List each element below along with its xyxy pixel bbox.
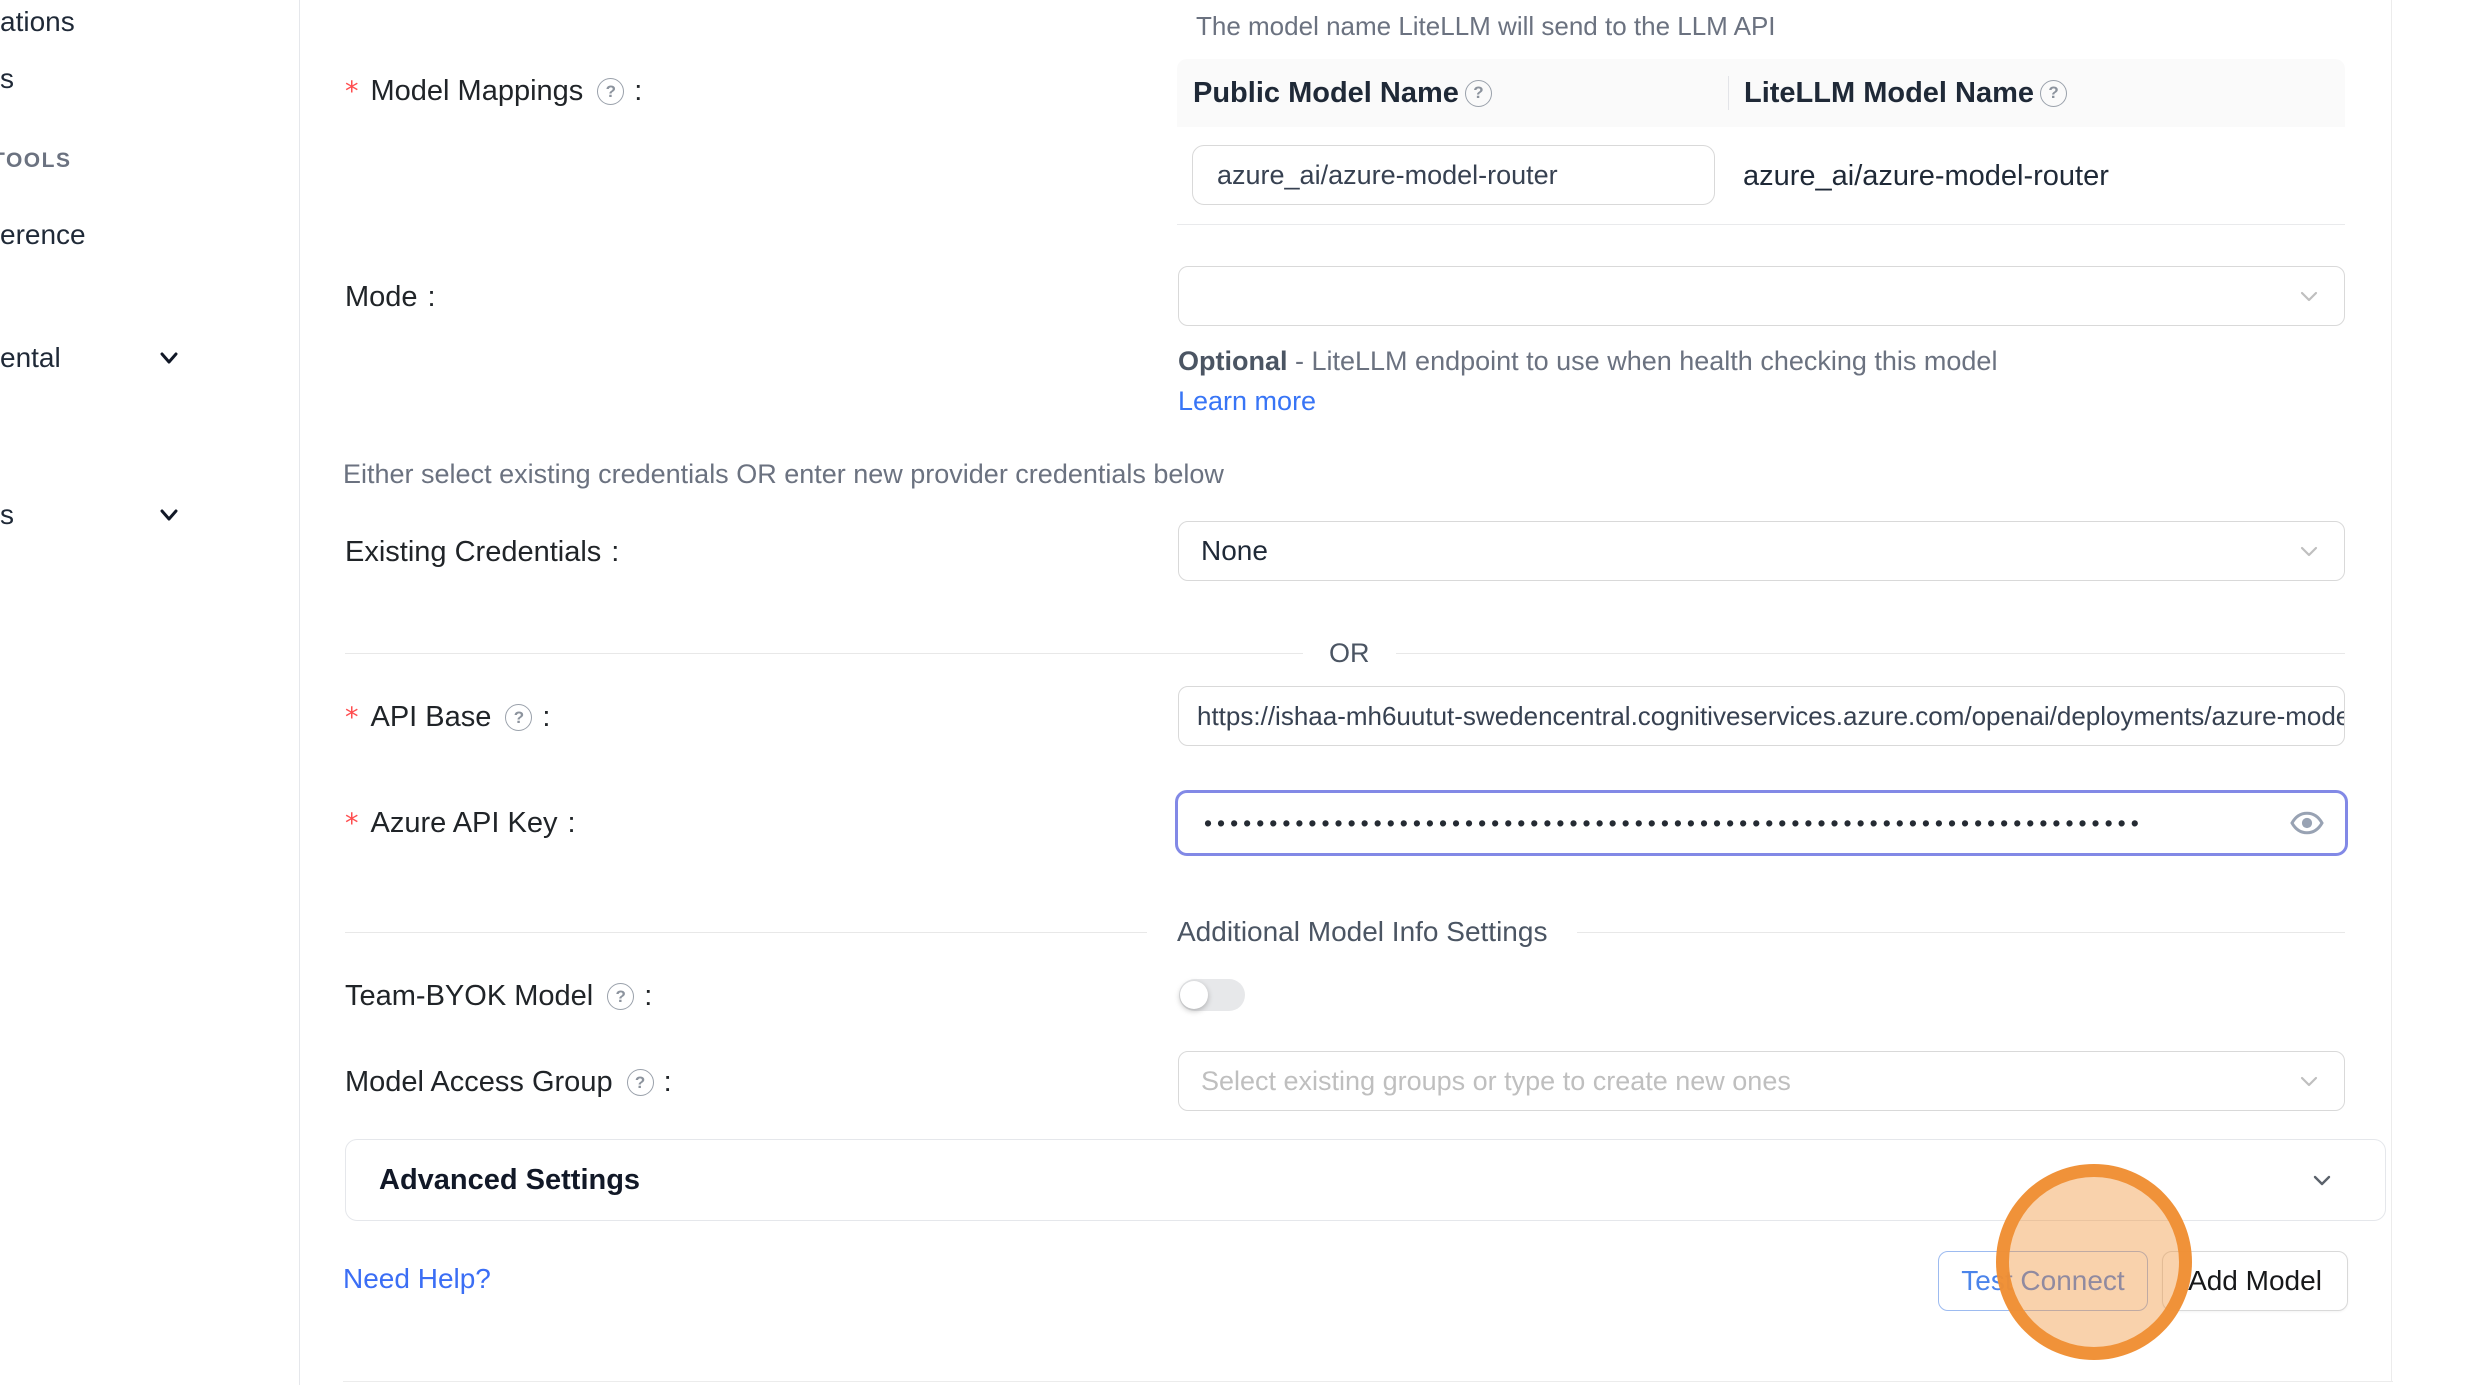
help-circle-icon[interactable]: ? [505,704,532,731]
column-header-litellm-model-name: LiteLLM Model Name ? [1744,77,2067,110]
column-separator [1728,76,1729,110]
mode-label: Mode : [345,281,436,314]
label-colon: : [542,701,550,734]
eye-icon[interactable] [2289,805,2325,841]
sidebar-item-label: ental [0,342,61,374]
sidebar-section-label: TOOLS [0,149,71,173]
chevron-down-icon [2296,283,2322,309]
model-access-group-select[interactable]: Select existing groups or type to create… [1178,1051,2345,1111]
model-name-hint: The model name LiteLLM will send to the … [1196,11,1776,42]
input-value: azure_ai/azure-model-router [1217,160,1558,191]
sidebar: ations s TOOLS erence ental s [0,0,300,1385]
chevron-down-icon [2296,538,2322,564]
or-divider-text: OR [1303,638,1396,669]
masked-password-value: ••••••••••••••••••••••••••••••••••••••••… [1204,790,2289,856]
sidebar-item-label: erence [0,219,86,251]
hint-text: - LiteLLM endpoint to use when health ch… [1288,346,1998,376]
divider-line [345,653,1303,654]
test-connect-button[interactable]: Test Connect [1938,1251,2148,1311]
label-text: Mode [345,281,418,314]
mode-hint: Optional - LiteLLM endpoint to use when … [1178,341,2038,421]
mode-select[interactable] [1178,266,2345,326]
add-model-page: ations s TOOLS erence ental s The model … [0,0,2477,1385]
label-colon: : [428,281,436,314]
azure-api-key-input[interactable]: ••••••••••••••••••••••••••••••••••••••••… [1175,790,2348,856]
required-asterisk: * [345,702,359,733]
need-help-link[interactable]: Need Help? [343,1263,491,1295]
team-byok-label: Team-BYOK Model ? : [345,980,652,1013]
api-base-label: * API Base ? : [345,701,550,734]
label-text: Team-BYOK Model [345,980,593,1013]
chevron-down-icon [2296,1068,2322,1094]
advanced-settings-title: Advanced Settings [379,1164,640,1197]
required-asterisk: * [345,76,359,107]
advanced-settings-panel[interactable]: Advanced Settings [345,1139,2386,1221]
model-access-group-label: Model Access Group ? : [345,1066,672,1099]
hint-bold: Optional [1178,346,1288,376]
label-colon: : [644,980,652,1013]
panel-right-border [2391,0,2392,1381]
litellm-model-name-value: azure_ai/azure-model-router [1743,127,2109,225]
help-circle-icon[interactable]: ? [607,983,634,1010]
select-value: None [1201,535,1268,567]
label-text: Azure API Key [371,807,558,840]
sidebar-item-label: s [0,499,14,531]
column-header-public-model-name: Public Model Name ? [1193,77,1492,110]
label-colon: : [634,75,642,108]
toggle-knob [1180,981,1208,1009]
azure-api-key-label: * Azure API Key : [345,807,576,840]
column-label: Public Model Name [1193,77,1459,110]
learn-more-link[interactable]: Learn more [1178,386,1316,416]
label-text: Existing Credentials [345,536,601,569]
help-circle-icon[interactable]: ? [627,1069,654,1096]
required-asterisk: * [345,808,359,839]
sidebar-item-settings[interactable]: s [0,495,300,535]
panel-bottom-border [343,1381,2393,1382]
chevron-down-icon [155,344,183,372]
label-colon: : [664,1066,672,1099]
info-settings-divider-text: Additional Model Info Settings [1147,916,1577,948]
sidebar-item-experimental[interactable]: ental [0,338,300,378]
add-model-button[interactable]: Add Model [2162,1251,2348,1311]
existing-credentials-label: Existing Credentials : [345,536,619,569]
team-byok-toggle[interactable] [1179,979,1245,1011]
existing-credentials-select[interactable]: None [1178,521,2345,581]
api-base-input[interactable]: https://ishaa-mh6uutut-swedencentral.cog… [1178,686,2345,746]
label-text: API Base [371,701,492,734]
chevron-down-icon [155,501,183,529]
select-placeholder: Select existing groups or type to create… [1201,1066,1791,1097]
chevron-down-icon [2307,1165,2337,1195]
divider-line [1577,932,2345,933]
info-settings-divider: Additional Model Info Settings [345,916,2345,948]
help-circle-icon[interactable]: ? [597,78,624,105]
public-model-name-input[interactable]: azure_ai/azure-model-router [1192,145,1715,205]
label-colon: : [568,807,576,840]
model-mappings-label: * Model Mappings ? : [345,75,642,108]
divider-line [1396,653,2346,654]
sidebar-item-organizations[interactable]: ations [0,2,300,42]
table-header-row: Public Model Name ? LiteLLM Model Name ? [1177,59,2345,127]
credentials-hint: Either select existing credentials OR en… [343,459,1224,490]
help-circle-icon[interactable]: ? [2040,80,2067,107]
sidebar-item-models[interactable]: s [0,59,300,99]
model-mappings-table: Public Model Name ? LiteLLM Model Name ?… [1177,59,2345,225]
label-colon: : [611,536,619,569]
table-row: azure_ai/azure-model-router azure_ai/azu… [1177,127,2345,225]
input-value: https://ishaa-mh6uutut-swedencentral.cog… [1197,701,2345,732]
help-circle-icon[interactable]: ? [1465,80,1492,107]
label-text: Model Access Group [345,1066,613,1099]
divider-line [345,932,1147,933]
label-text: Model Mappings [371,75,584,108]
column-label: LiteLLM Model Name [1744,77,2034,110]
sidebar-item-label: ations [0,6,75,38]
sidebar-item-label: s [0,63,14,95]
or-divider: OR [345,638,2345,669]
sidebar-item-inference[interactable]: erence [0,215,300,255]
sidebar-section-tools: TOOLS [0,146,292,176]
